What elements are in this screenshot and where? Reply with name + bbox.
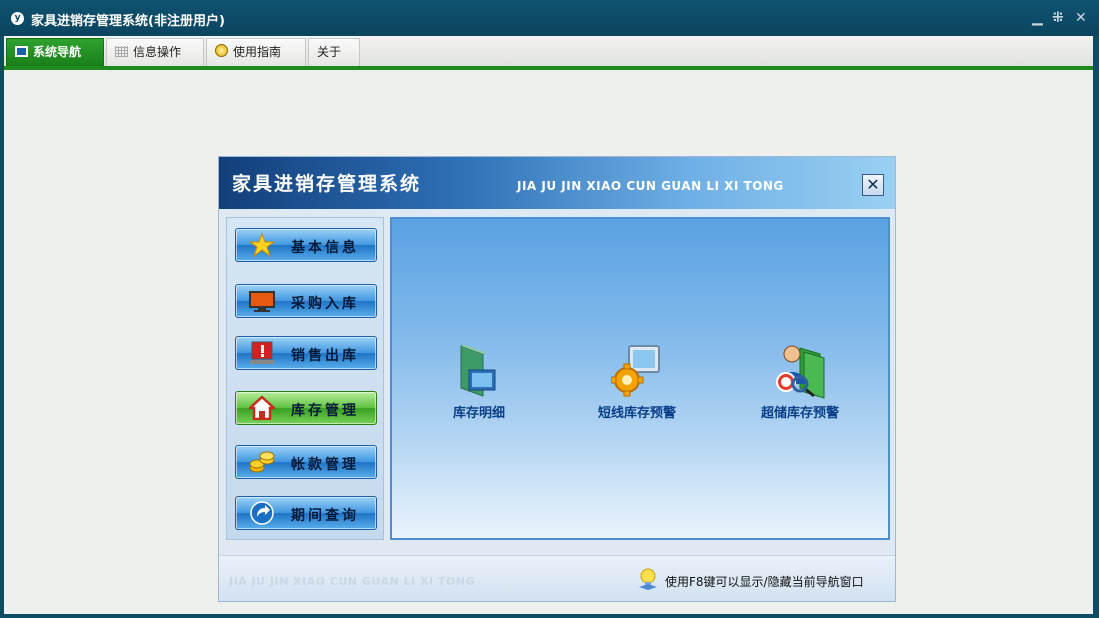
nav-label: 基本信息	[291, 240, 359, 256]
tab-label: 信息操作	[133, 45, 182, 59]
footer-watermark: JIA JU JIN XIAO CUN GUAN LI XI TONG	[229, 575, 476, 588]
nav-label: 帐款管理	[291, 457, 359, 473]
nav-label: 期间查询	[291, 508, 359, 524]
function-area: 库存明细 短线库存预警 超储库存预警	[390, 217, 890, 540]
nav-label: 采购入库	[291, 296, 359, 312]
navigation-panel: 家具进销存管理系统 JIA JU JIN XIAO CUN GUAN LI XI…	[218, 156, 896, 602]
panel-header: 家具进销存管理系统 JIA JU JIN XIAO CUN GUAN LI XI…	[219, 157, 895, 209]
monitor-icon	[15, 46, 28, 57]
coins-icon	[249, 450, 275, 474]
minimize-button[interactable]: ▁	[1032, 9, 1043, 27]
overstock-alert-button[interactable]: 超储库存预警	[750, 344, 850, 421]
func-label: 库存明细	[452, 406, 505, 421]
lightbulb-icon	[637, 568, 659, 590]
nav-label: 销售出库	[291, 348, 359, 364]
nav-label: 库存管理	[291, 403, 359, 419]
app-logo-icon: y	[11, 12, 24, 25]
grid-icon	[115, 46, 128, 57]
panel-footer: JIA JU JIN XIAO CUN GUAN LI XI TONG 使用F8…	[219, 555, 895, 601]
tab-user-guide[interactable]: 使用指南	[206, 38, 306, 66]
low-stock-alert-button[interactable]: 短线库存预警	[587, 344, 687, 421]
window-title: 家具进销存管理系统(非注册用户)	[31, 14, 225, 29]
nav-sales-out-button[interactable]: 销售出库	[235, 336, 377, 370]
nav-inventory-button[interactable]: 库存管理	[235, 391, 377, 425]
nav-basic-info-button[interactable]: 基本信息	[235, 228, 377, 262]
star-icon	[248, 232, 276, 258]
user-book-icon	[774, 344, 826, 400]
gear-monitor-icon	[610, 344, 663, 400]
tab-information-operations[interactable]: 信息操作	[106, 38, 204, 66]
tab-system-navigation[interactable]: 系统导航	[6, 38, 104, 66]
close-button[interactable]: ✕	[1075, 9, 1087, 27]
restore-button[interactable]: ⁜	[1052, 9, 1064, 27]
nav-purchase-in-button[interactable]: 采购入库	[235, 284, 377, 318]
tab-label: 关于	[317, 45, 342, 59]
alert-icon	[249, 341, 275, 365]
help-icon	[215, 44, 228, 57]
tab-label: 系统导航	[33, 45, 82, 59]
category-nav: 基本信息 采购入库 销售出库 库存管理 帐款管理 期间查询	[226, 217, 384, 540]
monitor-icon	[249, 289, 275, 313]
menu-bar: 系统导航 信息操作 使用指南 关于	[4, 36, 1093, 67]
app-window: y 家具进销存管理系统(非注册用户) ▁ ⁜ ✕ 系统导航 信息操作 使用指南 …	[0, 0, 1099, 618]
tab-about[interactable]: 关于	[308, 38, 360, 66]
panel-subtitle: JIA JU JIN XIAO CUN GUAN LI XI TONG	[517, 179, 784, 193]
nav-accounts-button[interactable]: 帐款管理	[235, 445, 377, 479]
tab-label: 使用指南	[233, 45, 282, 59]
func-label: 短线库存预警	[597, 406, 676, 421]
home-icon	[246, 395, 278, 421]
func-label: 超储库存预警	[760, 406, 839, 421]
panel-close-button[interactable]: ✕	[862, 174, 884, 196]
panel-icon	[453, 344, 505, 400]
title-bar: y 家具进销存管理系统(非注册用户) ▁ ⁜ ✕	[0, 0, 1099, 36]
arrow-icon	[249, 501, 275, 525]
panel-title: 家具进销存管理系统	[232, 173, 422, 195]
hint-text: 使用F8键可以显示/隐藏当前导航窗口	[665, 575, 864, 589]
nav-period-query-button[interactable]: 期间查询	[235, 496, 377, 530]
inventory-detail-button[interactable]: 库存明细	[434, 344, 524, 421]
